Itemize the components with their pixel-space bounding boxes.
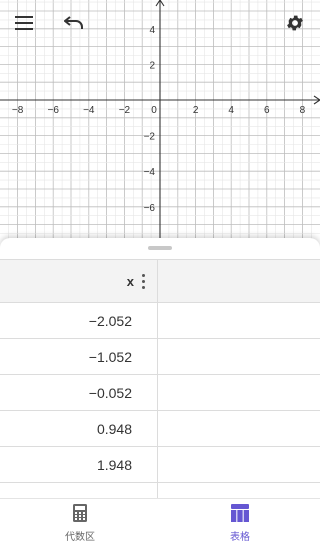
table-row: 0.948: [0, 411, 320, 447]
x-column-header: x: [0, 260, 158, 302]
x-tick-label: −2: [119, 105, 131, 116]
nav-table-label: 表格: [230, 532, 250, 543]
y-tick-label: −2: [144, 132, 156, 143]
table-row: 1.948: [0, 447, 320, 483]
empty-cell[interactable]: [158, 411, 320, 446]
undo-button[interactable]: [58, 9, 90, 41]
nav-algebra-label: 代数区: [65, 532, 95, 543]
x-value-cell[interactable]: −2.052: [0, 303, 158, 338]
y-tick-label: −6: [144, 203, 156, 214]
column-options-icon[interactable]: [142, 272, 145, 290]
x-value-cell[interactable]: 2: [0, 483, 158, 498]
x-tick-label: −8: [12, 105, 24, 116]
settings-button[interactable]: [279, 9, 311, 41]
y-tick-label: −4: [144, 167, 156, 178]
x-value-cell[interactable]: −0.052: [0, 375, 158, 410]
x-value-cell[interactable]: 0.948: [0, 411, 158, 446]
x-tick-label: 6: [264, 105, 270, 116]
table-sheet: x −2.052 −1.052 −0.052 0.948 1.948 2: [0, 238, 320, 498]
drag-handle[interactable]: [148, 246, 172, 250]
x-tick-label: 0: [151, 105, 157, 116]
table-row: −1.052: [0, 339, 320, 375]
bottom-navigation: 代数区 表格: [0, 498, 320, 548]
y-tick-label: 2: [149, 60, 155, 71]
x-tick-label: −4: [83, 105, 95, 116]
undo-icon: [63, 15, 84, 35]
empty-cell[interactable]: [158, 303, 320, 338]
y-tick-label: 4: [149, 25, 155, 36]
calculator-icon: [73, 504, 87, 525]
values-table: x −2.052 −1.052 −0.052 0.948 1.948 2: [0, 259, 320, 498]
x-tick-label: −6: [47, 105, 59, 116]
x-value-cell[interactable]: −1.052: [0, 339, 158, 374]
x-tick-label: 2: [193, 105, 199, 116]
x-tick-label: 8: [300, 105, 306, 116]
empty-cell[interactable]: [158, 447, 320, 482]
menu-button[interactable]: [8, 9, 40, 41]
empty-column-header[interactable]: [158, 260, 320, 302]
x-value-cell[interactable]: 1.948: [0, 447, 158, 482]
graph-view[interactable]: −8 −6 −4 −2 0 2 4 6 8 4 2 −2 −4 −6: [0, 0, 320, 240]
table-header-row: x: [0, 259, 320, 303]
empty-cell[interactable]: [158, 483, 320, 498]
empty-cell[interactable]: [158, 339, 320, 374]
menu-icon: [15, 15, 33, 35]
nav-table[interactable]: 表格: [160, 499, 320, 548]
gear-icon: [285, 13, 305, 38]
table-row: −2.052: [0, 303, 320, 339]
table-icon: [231, 504, 249, 525]
x-column-label: x: [126, 273, 134, 289]
nav-algebra[interactable]: 代数区: [0, 499, 160, 548]
table-row: 2: [0, 483, 320, 498]
coordinate-grid[interactable]: −8 −6 −4 −2 0 2 4 6 8 4 2 −2 −4 −6: [0, 0, 320, 240]
empty-cell[interactable]: [158, 375, 320, 410]
x-tick-label: 4: [228, 105, 234, 116]
table-row: −0.052: [0, 375, 320, 411]
